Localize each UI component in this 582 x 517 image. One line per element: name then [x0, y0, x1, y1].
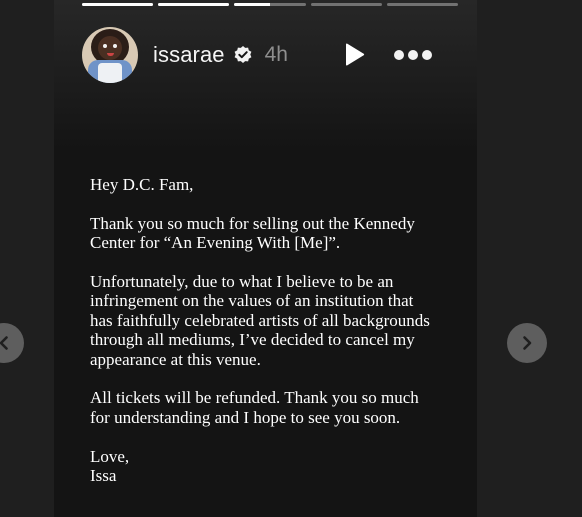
story-progress-segment [386, 3, 459, 6]
previous-story-button[interactable] [0, 323, 24, 363]
more-options-dot [408, 50, 418, 60]
story-progress-fill [234, 3, 270, 6]
story-timestamp: 4h [264, 43, 288, 66]
story-progress-segment [158, 3, 230, 6]
letter-paragraph-2: Unfortunately, due to what I believe to … [90, 272, 430, 369]
letter-paragraph-3: All tickets will be refunded. Thank you … [90, 388, 419, 427]
story-progress-bars [82, 3, 459, 6]
letter-greeting: Hey D.C. Fam, [90, 175, 194, 194]
chevron-left-icon [0, 336, 8, 350]
story-progress-segment [234, 3, 306, 6]
more-options-dot [394, 50, 404, 60]
letter-paragraph-1: Thank you so much for selling out the Ke… [90, 213, 415, 253]
avatar[interactable] [82, 27, 138, 83]
story-letter: Hey D.C. Fam, Thank you so much for sell… [90, 175, 460, 505]
story-progress-segment [82, 3, 154, 6]
username[interactable]: issarae [153, 42, 225, 68]
story-viewer: issarae 4h Hey D.C. Fam, Thank you so mu… [0, 0, 582, 517]
story-progress-fill [82, 3, 154, 6]
more-options-dot [422, 50, 432, 60]
avatar-doll-eye-right [113, 44, 117, 48]
chevron-right-icon [523, 336, 532, 350]
play-button[interactable] [340, 41, 368, 69]
story-progress-fill [158, 3, 230, 6]
story-card[interactable]: issarae 4h Hey D.C. Fam, Thank you so mu… [54, 0, 477, 517]
story-progress-segment [310, 3, 382, 6]
avatar-doll-apron [98, 63, 122, 83]
next-story-button[interactable] [507, 323, 547, 363]
story-header: issarae 4h [82, 27, 442, 83]
avatar-doll-face [98, 36, 122, 60]
more-options-button[interactable] [394, 45, 432, 65]
play-icon [346, 43, 365, 66]
letter-signoff: Love, Issa [90, 446, 130, 486]
avatar-doll-eye-left [103, 44, 107, 48]
verified-badge-icon [233, 45, 253, 65]
